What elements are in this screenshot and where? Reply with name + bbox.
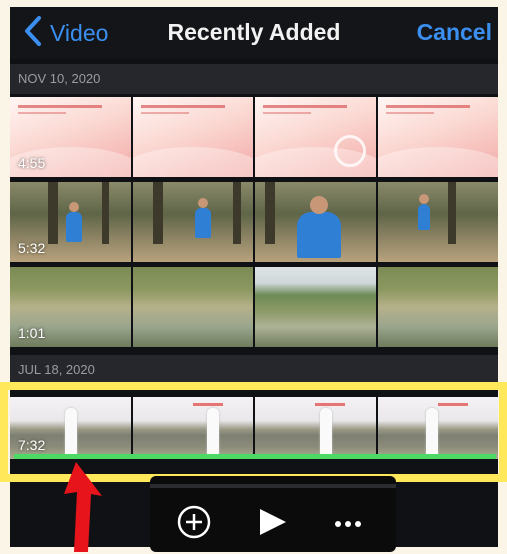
video-thumbnail-frame: 1:01 (10, 267, 131, 347)
video-clip-row[interactable]: 1:01 (10, 267, 498, 347)
toolbar-divider (150, 484, 396, 488)
play-icon (252, 509, 292, 546)
clip-duration: 1:01 (18, 325, 46, 341)
video-thumbnail-frame (255, 267, 376, 347)
cancel-button[interactable]: Cancel (417, 19, 492, 46)
annotation-arrow-icon (64, 462, 102, 552)
navigation-bar: Video Recently Added Cancel (10, 7, 498, 59)
section-header-date: JUL 18, 2020 (10, 355, 498, 385)
clip-duration: 4:55 (18, 155, 46, 171)
section-header-date: NOV 10, 2020 (10, 64, 498, 94)
clip-duration: 5:32 (18, 240, 46, 256)
video-thumbnail-frame (377, 97, 498, 177)
video-thumbnail-frame: 4:55 (10, 97, 131, 177)
video-thumbnail-frame (255, 182, 376, 262)
video-clip-row[interactable]: 5:32 (10, 182, 498, 262)
play-button[interactable] (252, 502, 292, 542)
video-thumbnail-frame: 7:32 (10, 397, 131, 459)
plus-circle-icon (174, 505, 214, 546)
video-thumbnail-frame (132, 267, 253, 347)
video-thumbnail-frame (377, 397, 498, 459)
clip-action-toolbar (150, 476, 396, 552)
video-thumbnail-frame (377, 182, 498, 262)
add-clip-button[interactable] (174, 502, 214, 542)
video-thumbnail-frame (255, 97, 376, 177)
more-options-button[interactable] (328, 502, 368, 542)
video-thumbnail-frame (132, 182, 253, 262)
video-clip-row[interactable]: 4:55 (10, 97, 498, 177)
video-thumbnail-frame (132, 97, 253, 177)
video-thumbnail-frame (132, 397, 253, 459)
video-thumbnail-frame (377, 267, 498, 347)
ellipsis-icon (328, 521, 368, 546)
video-thumbnail-frame: 5:32 (10, 182, 131, 262)
clip-duration: 7:32 (18, 437, 46, 453)
video-clip-row-selected[interactable]: 7:32 (10, 397, 498, 459)
video-thumbnail-frame (255, 397, 376, 459)
